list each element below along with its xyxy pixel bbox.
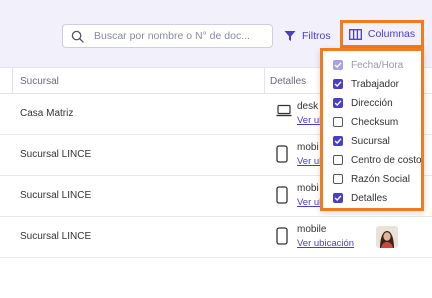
search-icon [71, 30, 84, 43]
columns-icon [348, 28, 362, 40]
header-sucursal[interactable]: Sucursal [20, 76, 59, 87]
sucursal-cell: Sucursal LINCE [20, 149, 92, 160]
phone-icon [276, 186, 288, 204]
sucursal-cell: Sucursal LINCE [20, 231, 92, 242]
column-option-centro-de-costo[interactable]: Centro de costo [333, 153, 422, 167]
column-divider [264, 68, 265, 94]
column-option-trabajador[interactable]: Trabajador [333, 77, 399, 91]
table-row: Sucursal LINCE mobile Ver ubicación [0, 217, 432, 258]
checkbox-unchecked-icon[interactable] [333, 117, 343, 127]
checkbox-checked-icon [333, 60, 343, 70]
column-option-detalles[interactable]: Detalles [333, 191, 387, 205]
search-input[interactable] [94, 30, 264, 42]
device-name: mobi [297, 142, 319, 153]
checkbox-unchecked-icon[interactable] [333, 174, 343, 184]
column-option-checksum[interactable]: Checksum [333, 115, 398, 129]
column-option-label: Detalles [351, 192, 388, 204]
sucursal-cell: Casa Matriz [20, 108, 74, 119]
column-option-label: Dirección [351, 97, 393, 109]
column-option-label: Checksum [351, 116, 399, 128]
column-option-razon-social[interactable]: Razón Social [333, 172, 410, 186]
columns-button[interactable]: Columnas [340, 20, 424, 48]
column-divider [12, 68, 13, 94]
device-name: mobile [297, 224, 327, 235]
column-option-label: Centro de costo [351, 154, 422, 166]
laptop-icon [276, 104, 292, 117]
column-option-label: Sucursal [351, 135, 390, 147]
checkbox-checked-icon[interactable] [333, 136, 343, 146]
checkbox-unchecked-icon[interactable] [333, 155, 343, 165]
sucursal-cell: Sucursal LINCE [20, 190, 92, 201]
phone-icon [276, 227, 288, 245]
phone-icon [276, 145, 288, 163]
header-detalles[interactable]: Detalles [270, 76, 306, 87]
device-name: mobi [297, 183, 319, 194]
columns-dropdown: Fecha/Hora Trabajador Dirección Checksum… [320, 48, 424, 211]
column-option-label: Fecha/Hora [351, 59, 404, 71]
column-option-fecha-hora: Fecha/Hora [333, 58, 403, 72]
device-name: desk [297, 101, 319, 112]
column-option-direccion[interactable]: Dirección [333, 96, 393, 110]
checkbox-checked-icon[interactable] [333, 98, 343, 108]
checkbox-checked-icon[interactable] [333, 193, 343, 203]
view-location-link[interactable]: Ver ubicación [297, 238, 354, 249]
column-option-sucursal[interactable]: Sucursal [333, 134, 390, 148]
filter-icon [284, 31, 296, 41]
filters-label: Filtros [302, 30, 331, 42]
columns-label: Columnas [367, 28, 416, 40]
avatar[interactable] [376, 226, 398, 248]
checkbox-checked-icon[interactable] [333, 79, 343, 89]
filters-button[interactable]: Filtros [284, 26, 331, 46]
search-box[interactable] [62, 24, 273, 48]
column-option-label: Trabajador [351, 78, 399, 90]
column-option-label: Razón Social [351, 173, 410, 185]
